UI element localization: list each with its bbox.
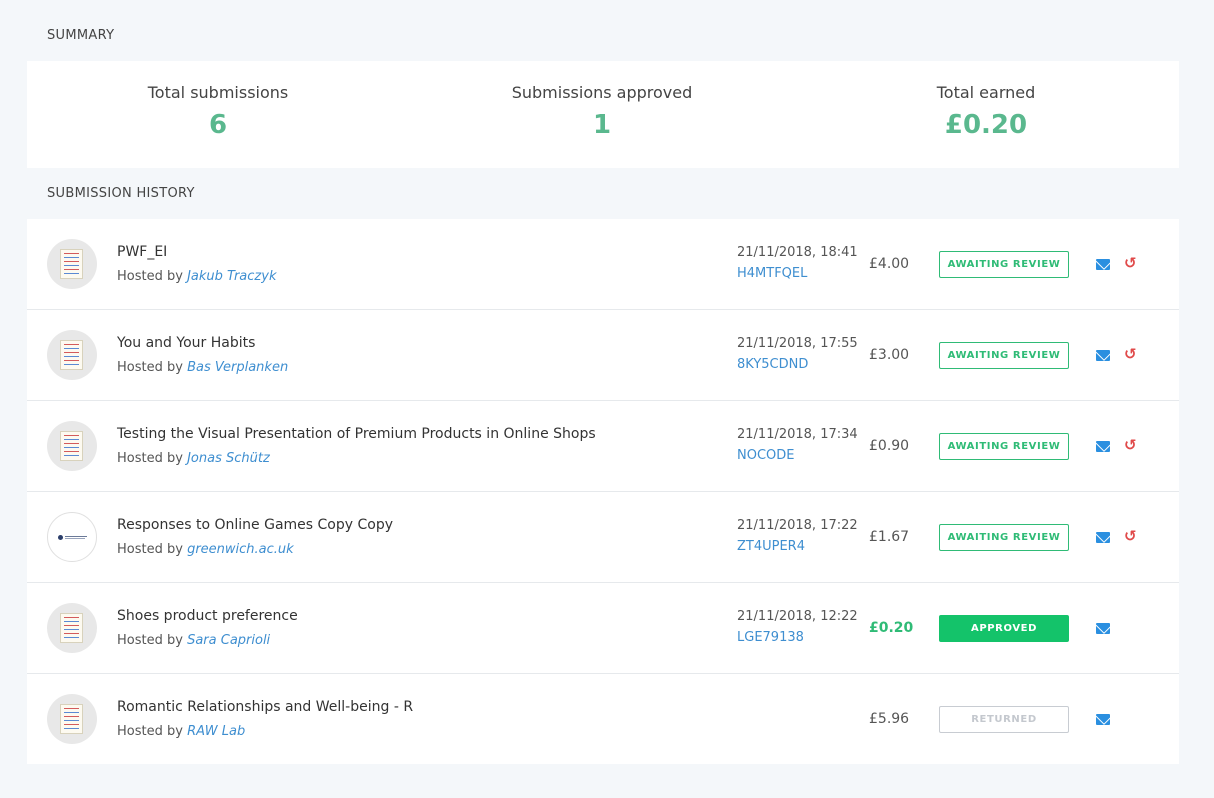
study-title: PWF_EI	[117, 244, 168, 260]
status-badge: AWAITING REVIEW	[939, 524, 1069, 551]
submission-row: Responses to Online Games Copy Copy Host…	[27, 492, 1179, 583]
undo-icon[interactable]: ↺	[1124, 347, 1138, 362]
document-icon	[47, 694, 97, 744]
stat-value: 1	[592, 110, 612, 140]
stat-value: 6	[208, 110, 228, 140]
submission-row: PWF_EI Hosted by Jakub Traczyk 21/11/201…	[27, 219, 1179, 310]
completion-code: 8KY5CDND	[737, 357, 809, 372]
hosted-by-label: Hosted by	[117, 451, 183, 466]
submission-date: 21/11/2018, 17:22	[737, 518, 858, 533]
document-icon	[47, 603, 97, 653]
study-title: Responses to Online Games Copy Copy	[117, 517, 393, 533]
study-title: Testing the Visual Presentation of Premi…	[117, 426, 596, 442]
document-icon	[47, 421, 97, 471]
stat-label: Total submissions	[147, 83, 289, 102]
submission-row: You and Your Habits Hosted by Bas Verpla…	[27, 310, 1179, 401]
envelope-icon[interactable]	[1096, 441, 1110, 452]
envelope-icon[interactable]	[1096, 350, 1110, 361]
reward-amount: £4.00	[869, 256, 910, 272]
hosted-by-label: Hosted by	[117, 269, 183, 284]
stat-submissions-approved: Submissions approved 1	[452, 83, 752, 140]
completion-code: NOCODE	[737, 448, 795, 463]
hosted-by-label: Hosted by	[117, 724, 183, 739]
envelope-icon[interactable]	[1096, 714, 1110, 725]
status-badge: AWAITING REVIEW	[939, 251, 1069, 278]
stat-label: Submissions approved	[511, 83, 693, 102]
hosted-by: Hosted by greenwich.ac.uk	[117, 542, 294, 557]
host-link[interactable]: Bas Verplanken	[187, 360, 288, 375]
summary-section-title: SUMMARY	[47, 28, 115, 43]
hosted-by-label: Hosted by	[117, 542, 183, 557]
envelope-icon[interactable]	[1096, 259, 1110, 270]
reward-amount: £1.67	[869, 529, 910, 545]
envelope-icon[interactable]	[1096, 532, 1110, 543]
reward-amount: £5.96	[869, 711, 910, 727]
hosted-by: Hosted by Jakub Traczyk	[117, 269, 276, 284]
hosted-by-label: Hosted by	[117, 360, 183, 375]
stat-value: £0.20	[944, 110, 1028, 140]
hosted-by-label: Hosted by	[117, 633, 183, 648]
stat-total-earned: Total earned £0.20	[836, 83, 1136, 140]
hosted-by: Hosted by Sara Caprioli	[117, 633, 270, 648]
status-badge: AWAITING REVIEW	[939, 433, 1069, 460]
submission-row: Romantic Relationships and Well-being - …	[27, 674, 1179, 765]
host-link[interactable]: Sara Caprioli	[187, 633, 270, 648]
host-link[interactable]: Jonas Schütz	[187, 451, 270, 466]
status-badge: AWAITING REVIEW	[939, 342, 1069, 369]
study-title: You and Your Habits	[117, 335, 256, 351]
completion-code: LGE79138	[737, 630, 804, 645]
undo-icon[interactable]: ↺	[1124, 529, 1138, 544]
university-logo	[47, 512, 97, 562]
stat-label: Total earned	[936, 83, 1036, 102]
reward-amount: £3.00	[869, 347, 910, 363]
completion-code: H4MTFQEL	[737, 266, 808, 281]
study-title: Romantic Relationships and Well-being - …	[117, 699, 414, 715]
document-icon	[47, 239, 97, 289]
document-icon	[47, 330, 97, 380]
undo-icon[interactable]: ↺	[1124, 256, 1138, 271]
submission-row: Testing the Visual Presentation of Premi…	[27, 401, 1179, 492]
summary-card: Total submissions 6 Submissions approved…	[27, 61, 1179, 168]
status-badge: RETURNED	[939, 706, 1069, 733]
study-title: Shoes product preference	[117, 608, 298, 624]
undo-icon[interactable]: ↺	[1124, 438, 1138, 453]
host-link[interactable]: greenwich.ac.uk	[187, 542, 294, 557]
hosted-by: Hosted by Jonas Schütz	[117, 451, 270, 466]
stat-total-submissions: Total submissions 6	[68, 83, 368, 140]
hosted-by: Hosted by Bas Verplanken	[117, 360, 288, 375]
reward-amount: £0.20	[869, 620, 914, 636]
hosted-by: Hosted by RAW Lab	[117, 724, 245, 739]
submission-date: 21/11/2018, 17:34	[737, 427, 858, 442]
submission-date: 21/11/2018, 18:41	[737, 245, 858, 260]
status-badge: APPROVED	[939, 615, 1069, 642]
host-link[interactable]: RAW Lab	[187, 724, 245, 739]
submission-history-list: PWF_EI Hosted by Jakub Traczyk 21/11/201…	[27, 219, 1179, 764]
submission-date: 21/11/2018, 17:55	[737, 336, 858, 351]
history-section-title: SUBMISSION HISTORY	[47, 186, 195, 201]
submission-date: 21/11/2018, 12:22	[737, 609, 858, 624]
reward-amount: £0.90	[869, 438, 910, 454]
envelope-icon[interactable]	[1096, 623, 1110, 634]
completion-code: ZT4UPER4	[737, 539, 805, 554]
host-link[interactable]: Jakub Traczyk	[187, 269, 276, 284]
submission-row: Shoes product preference Hosted by Sara …	[27, 583, 1179, 674]
